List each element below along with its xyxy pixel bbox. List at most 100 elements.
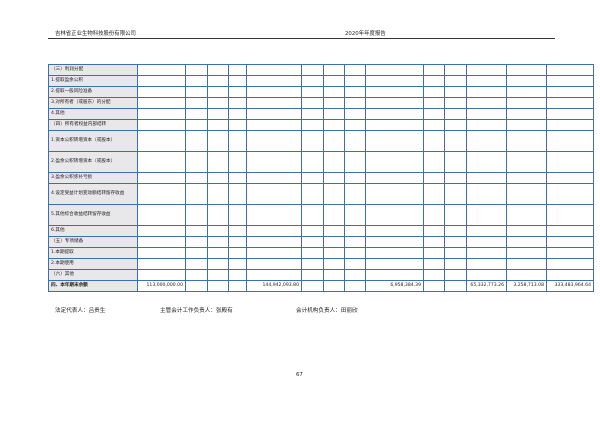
total-value-cell: [323, 280, 345, 292]
total-value-cell: [207, 280, 229, 292]
table-cell: [365, 225, 424, 237]
table-cell: [228, 119, 247, 131]
table-cell: [207, 130, 229, 152]
table-cell: [185, 75, 208, 87]
table-cell: [423, 204, 445, 226]
table-cell: [246, 108, 302, 120]
table-cell: [444, 75, 467, 87]
table-cell: [246, 247, 302, 259]
table-cell: [365, 269, 424, 281]
table-cell: [207, 247, 229, 259]
table-cell: [301, 258, 324, 270]
row-label: 5.其他综合收益结转留存收益: [48, 204, 138, 226]
table-cell: [185, 258, 208, 270]
table-cell: [365, 108, 424, 120]
table-cell: [466, 64, 507, 76]
table-cell: [365, 86, 424, 98]
table-cell: [365, 130, 424, 152]
table-cell: [301, 86, 324, 98]
total-row: 四、本年期末余额 113,000,000.00 144,942,093.80 6,95…: [48, 280, 594, 292]
table-cell: [546, 236, 594, 248]
table-cell: [207, 172, 229, 184]
table-row: 2.本期使用: [48, 258, 594, 270]
table-cell: [506, 247, 547, 259]
table-cell: [444, 269, 467, 281]
total-value-cell: 3,258,713.08: [506, 280, 547, 292]
table-cell: [301, 64, 324, 76]
table-cell: [466, 151, 507, 173]
table-cell: [444, 151, 467, 173]
row-label: 4.设定受益计划变动额结转留存收益: [48, 183, 138, 205]
total-value-cell: [344, 280, 366, 292]
table-cell: [323, 108, 345, 120]
table-cell: [323, 119, 345, 131]
table-cell: [423, 97, 445, 109]
table-cell: [301, 269, 324, 281]
table-row: 2.提取一般风险准备: [48, 86, 594, 98]
table-cell: [207, 183, 229, 205]
table-cell: [246, 225, 302, 237]
table-cell: [546, 172, 594, 184]
table-cell: [228, 130, 247, 152]
table-cell: [301, 119, 324, 131]
table-cell: [423, 86, 445, 98]
table-cell: [506, 172, 547, 184]
table-cell: [466, 75, 507, 87]
total-value-cell: 113,000,000.00: [137, 280, 186, 292]
total-row-label: 四、本年期末余额: [48, 280, 138, 292]
table-cell: [228, 225, 247, 237]
page-number: 67: [296, 372, 303, 378]
total-value-cell: 333,483,964.64: [546, 280, 594, 292]
table-cell: [301, 204, 324, 226]
table-cell: [506, 151, 547, 173]
table-cell: [344, 97, 366, 109]
table-cell: [365, 204, 424, 226]
table-cell: [506, 108, 547, 120]
table-cell: [546, 258, 594, 270]
table-cell: [365, 64, 424, 76]
row-label: （四）所有者权益内部结转: [48, 119, 138, 131]
table-row: 1.提取盈余公积: [48, 75, 594, 87]
total-value-cell: 144,942,093.80: [246, 280, 302, 292]
row-label: 4.其他: [48, 108, 138, 120]
table-cell: [365, 75, 424, 87]
total-value-cell: 65,332,773.26: [466, 280, 507, 292]
header-company: 吉林省正业生物科技股份有限公司: [55, 31, 136, 37]
table-cell: [365, 151, 424, 173]
table-cell: [444, 225, 467, 237]
table-cell: [444, 64, 467, 76]
table-cell: [323, 236, 345, 248]
table-cell: [185, 183, 208, 205]
table-row: 3.对所有者（或股东）的分配: [48, 97, 594, 109]
table-cell: [323, 86, 345, 98]
table-row: （四）所有者权益内部结转: [48, 119, 594, 131]
table-cell: [207, 75, 229, 87]
table-cell: [444, 204, 467, 226]
table-cell: [137, 75, 186, 87]
table-cell: [185, 119, 208, 131]
table-cell: [185, 269, 208, 281]
table-cell: [344, 225, 366, 237]
table-cell: [423, 108, 445, 120]
table-cell: [185, 204, 208, 226]
table-cell: [344, 258, 366, 270]
table-cell: [228, 64, 247, 76]
table-cell: [546, 204, 594, 226]
table-cell: [207, 151, 229, 173]
table-row: （六）其他: [48, 269, 594, 281]
table-cell: [246, 258, 302, 270]
table-cell: [228, 236, 247, 248]
table-cell: [365, 247, 424, 259]
table-cell: [137, 269, 186, 281]
table-cell: [246, 86, 302, 98]
table-cell: [506, 225, 547, 237]
table-cell: [444, 247, 467, 259]
table-cell: [207, 119, 229, 131]
table-cell: [246, 183, 302, 205]
table-cell: [185, 236, 208, 248]
table-cell: [137, 236, 186, 248]
table-cell: [137, 172, 186, 184]
table-cell: [301, 97, 324, 109]
table-cell: [323, 172, 345, 184]
table-cell: [301, 151, 324, 173]
